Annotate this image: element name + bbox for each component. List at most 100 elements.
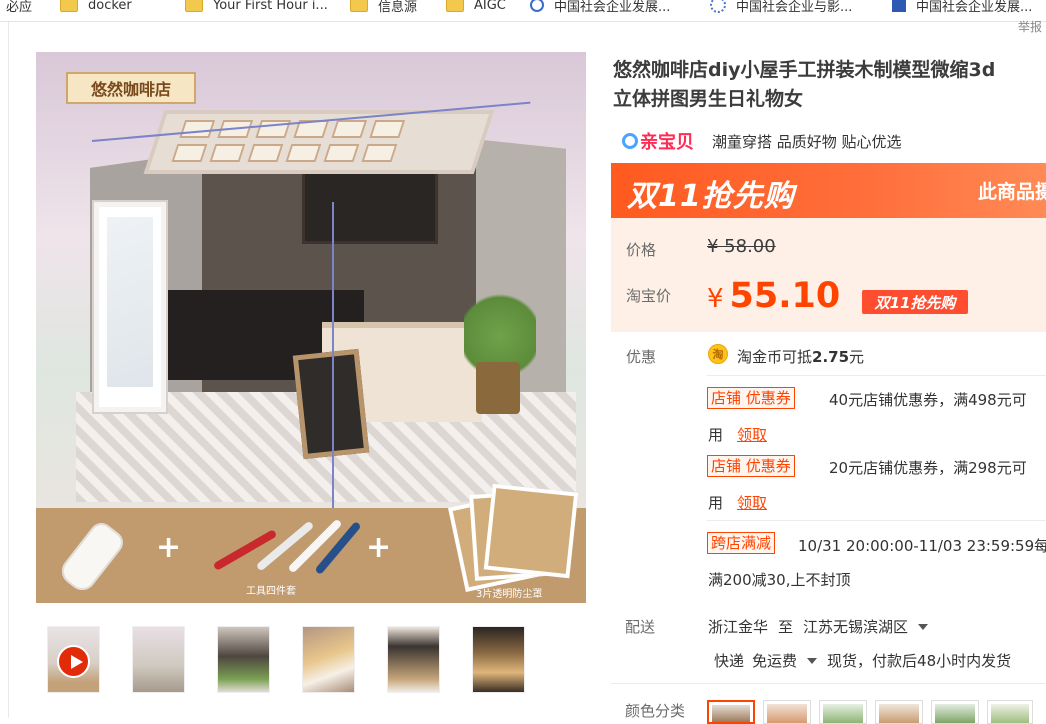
cross-store-discount-tag: 跨店满减 [707,532,776,554]
color-option[interactable] [707,700,755,724]
cover-label: 3片透明防尘罩 [476,589,543,600]
product-title-line2: 立体拼图男生日礼物女 [613,88,804,110]
bookmark-label: 中国社会企业与影... [736,0,853,15]
coin-offer-amount: 2.75 [812,348,850,366]
bookmarks-bar: 必应 docker Your First Hour i... 信息源 AIGC … [0,0,1046,22]
offers-section: 优惠 淘 淘金币可抵2.75元 店铺 优惠券 40元店铺优惠券，满498元可 用… [611,332,1046,602]
ship-from: 浙江金华 [708,618,769,636]
thumbnail[interactable] [472,626,525,693]
color-option[interactable] [819,700,867,724]
ship-destination-select[interactable]: 江苏无锡滨湖区 [803,616,908,637]
coupon-text: 40元店铺优惠券，满498元可 [829,391,1027,409]
divider [8,22,9,718]
bookmark-label: 中国社会企业发展... [554,0,671,15]
currency-symbol: ¥ [707,284,724,314]
play-icon[interactable] [57,645,90,678]
original-price: ¥ 58.00 [707,236,776,257]
bookmark-label: 信息源 [378,0,418,15]
chevron-down-icon[interactable] [807,657,818,664]
divider [707,375,1046,376]
bookmark-label: 中国社会企业发展... [916,0,1033,15]
thumbnail[interactable] [217,626,270,693]
thumbnail[interactable] [132,626,185,693]
color-option[interactable] [931,700,979,724]
display-cover-edge [332,202,334,544]
cross-store-period: 10/31 20:00:00-11/03 23:59:59每 [798,537,1046,555]
brand-channel-row[interactable]: 亲宝贝 潮童穿搭 品质好物 贴心优选 [622,128,902,154]
shipping-method: 快递 免运费 现货，付款后48小时内发货 [714,650,1011,671]
store-coupon-tag: 店铺 优惠券 [707,387,795,409]
ship-method: 快递 [714,652,745,670]
product-title-line1: 悠然咖啡店diy小屋手工拼装木制模型微缩3d [613,59,996,81]
promo-right-text: 此商品摄 [977,181,1046,203]
bookmark-social-1[interactable]: 中国社会企业发展... [530,0,670,15]
bookmark-social-3[interactable]: 中国社会企业发展... [892,0,1032,15]
plant-leaves [464,276,536,376]
bookmark-aigc[interactable]: AIGC [446,0,506,15]
globe-icon [530,0,544,12]
original-price-label: 价格 [626,241,657,259]
divider [611,683,1046,684]
bookmark-first-hour[interactable]: Your First Hour i... [185,0,328,15]
cover-sheet-icon [483,483,579,579]
color-option[interactable] [987,700,1033,724]
folder-icon [60,0,78,12]
double11-promo-banner: 双11抢先购 此商品摄 [611,163,1046,218]
shipping-label: 配送 [625,618,656,636]
current-price: ¥ 55.10 [707,276,840,316]
thumbnail[interactable] [302,626,355,693]
coupon-text: 20元店铺优惠券，满298元可 [829,459,1027,477]
shop-name-banner: 悠然咖啡店 [66,72,196,104]
taojinbi-coin-icon: 淘 [708,344,728,364]
chevron-down-icon[interactable] [918,623,929,630]
folder-icon [350,0,368,12]
tools-icon [210,518,362,578]
coupon-text-cont: 用 [708,426,724,444]
qinbaobei-logo: 亲宝贝 [622,128,694,154]
search-icon [622,133,638,149]
plus-icon: + [366,530,392,565]
chalkboard-sign [292,348,370,460]
claim-coupon-link[interactable]: 领取 [737,492,767,513]
gear-icon [710,0,726,13]
ship-fee-select[interactable]: 免运费 [752,650,797,671]
coin-offer-unit: 元 [849,348,865,366]
color-option[interactable] [763,700,811,724]
badge-icon [892,0,906,12]
coin-offer-text: 淘金币可抵2.75元 [737,346,864,367]
shipping-route: 浙江金华 至 江苏无锡滨湖区 [708,616,938,637]
bookmark-label: Your First Hour i... [213,0,328,13]
current-price-value: 55.10 [729,276,841,316]
report-link[interactable]: 举报 [1018,18,1042,35]
bookmark-docker[interactable]: docker [60,0,132,15]
price-box: 价格 ¥ 58.00 淘宝价 ¥ 55.10 双11抢先购 [611,218,1046,332]
thumbnail-video[interactable] [47,626,100,693]
ship-to-word: 至 [778,618,794,636]
glass-door [94,202,166,412]
main-product-image[interactable]: 悠然咖啡店 + 工具四件套 + 3片透明防尘罩 [36,52,586,603]
bookmark-xinxiyuan[interactable]: 信息源 [350,0,417,15]
ship-note: 现货，付款后48小时内发货 [827,652,1012,670]
store-coupon-tag: 店铺 优惠券 [707,455,795,477]
folder-icon [185,0,203,12]
color-option[interactable] [875,700,923,724]
product-title: 悠然咖啡店diy小屋手工拼装木制模型微缩3d 立体拼图男生日礼物女 [613,56,1046,114]
plant-pot [476,362,520,414]
bookmark-biying[interactable]: 必应 [6,0,32,15]
bookmark-label: 必应 [6,0,33,15]
coin-offer-prefix: 淘金币可抵 [737,348,813,366]
bookmark-social-2[interactable]: 中国社会企业与影... [710,0,852,15]
cross-store-rule: 满200减30,上不封顶 [708,571,851,589]
channel-tagline: 潮童穿搭 品质好物 贴心优选 [712,132,902,151]
divider [707,520,1046,521]
tools-label: 工具四件套 [246,586,296,597]
taobao-price-label: 淘宝价 [626,287,672,305]
promo-title: 双11抢先购 [627,179,795,214]
folder-icon [446,0,464,12]
double11-price-tag: 双11抢先购 [862,290,968,314]
bookmark-label: AIGC [474,0,506,13]
thumbnail[interactable] [387,626,440,693]
coupon-text-cont: 用 [708,494,724,512]
claim-coupon-link[interactable]: 领取 [737,424,767,445]
plus-icon: + [156,530,182,565]
